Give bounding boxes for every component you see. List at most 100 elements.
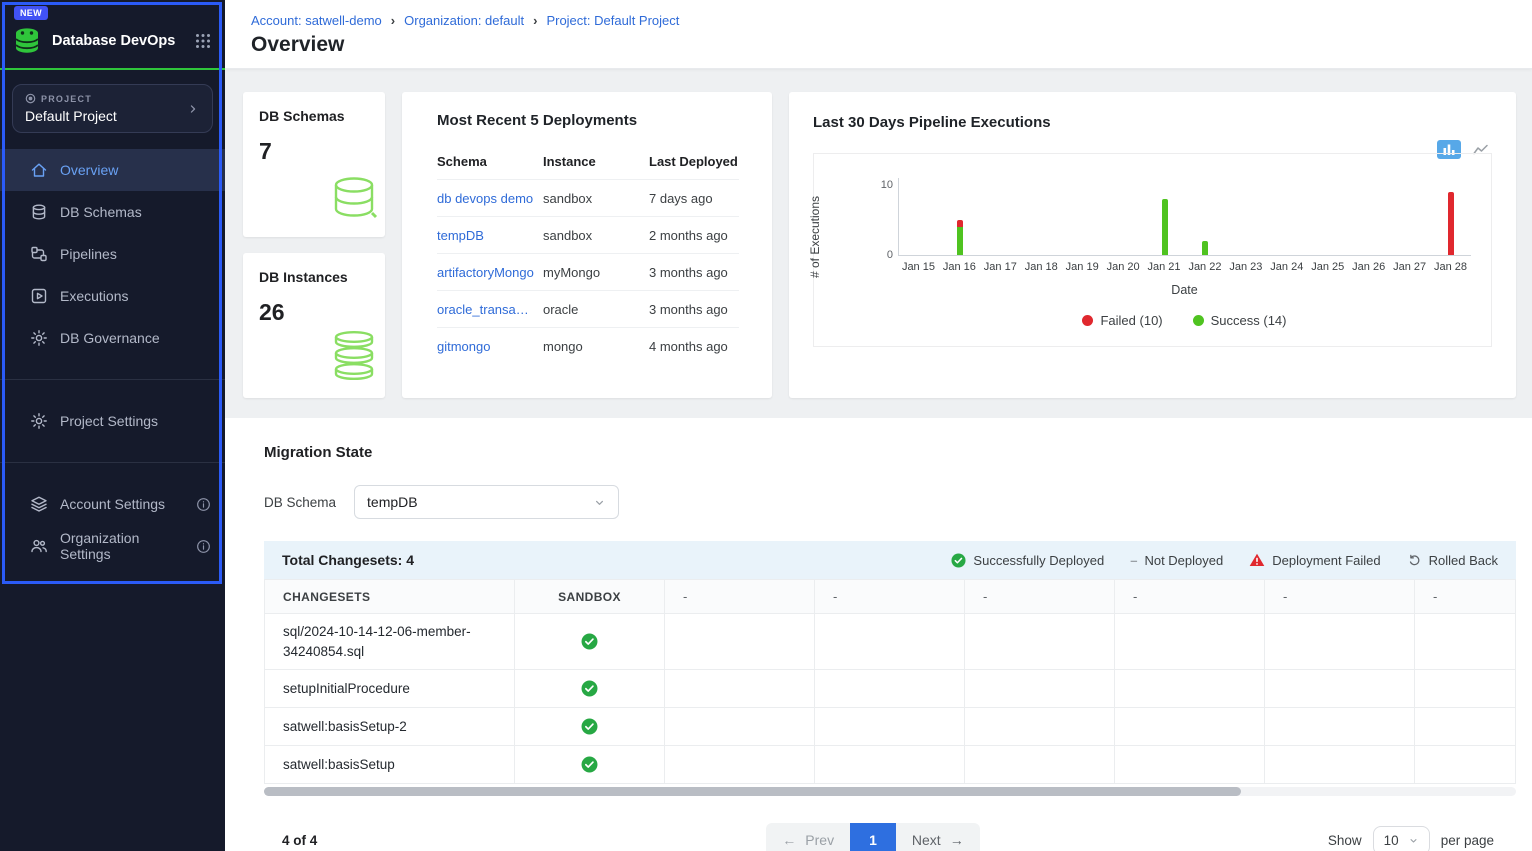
breadcrumb-organization-link[interactable]: Organization: default	[404, 13, 524, 28]
empty-cell	[1115, 745, 1265, 783]
deployments-card-title: Most Recent 5 Deployments	[437, 112, 739, 129]
app-root: NEW Database DevOps	[0, 0, 1532, 851]
changeset-status-cell	[515, 707, 665, 745]
empty-cell	[665, 707, 815, 745]
chart-bar	[957, 220, 963, 255]
legend-successfully-deployed: Successfully Deployed	[951, 553, 1104, 568]
column-header-empty: -	[1415, 579, 1516, 613]
project-selector[interactable]: PROJECT Default Project	[12, 84, 213, 133]
breadcrumb-account-link[interactable]: Account: satwell-demo	[251, 13, 382, 28]
changesets-table: CHANGESETS SANDBOX - - - - - - sql/2024-…	[265, 579, 1516, 783]
chevron-right-icon	[186, 102, 200, 116]
x-axis-tick: Jan 26	[1352, 261, 1385, 273]
home-icon	[30, 161, 48, 179]
pipeline-icon	[30, 245, 48, 263]
db-schemas-count: 7	[259, 138, 369, 165]
empty-cell	[1115, 613, 1265, 669]
schema-link[interactable]: db devops demo	[437, 191, 543, 206]
column-header: Last Deployed	[649, 154, 739, 169]
schema-link[interactable]: oracle_transact...	[437, 302, 543, 317]
changeset-name: satwell:basisSetup-2	[265, 707, 515, 745]
pipeline-executions-card: Last 30 Days Pipeline Executions # of Ex…	[789, 92, 1516, 398]
schema-link[interactable]: gitmongo	[437, 339, 543, 354]
table-row: tempDB sandbox 2 months ago	[437, 217, 739, 254]
empty-cell	[1415, 707, 1516, 745]
legend-not-deployed: – Not Deployed	[1130, 553, 1223, 568]
x-axis-tick: Jan 18	[1025, 261, 1058, 273]
y-axis-tick: 10	[867, 179, 893, 191]
sidebar-header: NEW Database DevOps	[0, 0, 225, 70]
legend-label: Rolled Back	[1429, 553, 1498, 568]
apps-grid-icon[interactable]	[195, 33, 213, 49]
chart-bar	[1448, 192, 1454, 255]
empty-cell	[665, 745, 815, 783]
breadcrumb-separator: ›	[391, 13, 395, 28]
status-legend: Successfully Deployed – Not Deployed Dep…	[951, 553, 1498, 568]
legend-rolled-back: Rolled Back	[1407, 553, 1498, 568]
x-axis-tick: Jan 21	[1148, 261, 1181, 273]
sidebar-item-pipelines[interactable]: Pipelines	[0, 233, 225, 275]
db-schema-select[interactable]: tempDB	[354, 485, 619, 519]
sidebar-item-overview[interactable]: Overview	[0, 149, 225, 191]
deployments-header-row: Schema Instance Last Deployed	[437, 143, 739, 180]
per-page-select[interactable]: 10	[1373, 826, 1430, 851]
database-icon	[30, 203, 48, 221]
breadcrumb-project-link[interactable]: Project: Default Project	[546, 13, 679, 28]
changeset-status-cell	[515, 745, 665, 783]
empty-cell	[815, 745, 965, 783]
prev-page-button[interactable]: ← Prev	[766, 823, 850, 851]
sidebar-nav: Overview DB Schemas Pipelines Executions	[0, 149, 225, 359]
migration-state-section: Migration State DB Schema tempDB Total C…	[225, 418, 1532, 851]
column-header-changesets: CHANGESETS	[265, 579, 515, 613]
db-schema-label: DB Schema	[264, 495, 336, 510]
info-icon[interactable]	[196, 539, 211, 554]
chart-legend: Failed (10) Success (14)	[898, 313, 1471, 328]
last-deployed-cell: 7 days ago	[649, 191, 739, 206]
column-header: Schema	[437, 154, 543, 169]
legend-label: Success (14)	[1211, 313, 1287, 328]
x-axis-tick: Jan 22	[1188, 261, 1221, 273]
page-number-button[interactable]: 1	[850, 823, 896, 851]
people-icon	[30, 537, 48, 555]
app-logo-icon	[12, 26, 42, 56]
project-name: Default Project	[25, 108, 117, 124]
last-deployed-cell: 2 months ago	[649, 228, 739, 243]
info-icon[interactable]	[196, 497, 211, 512]
sidebar-item-db-governance[interactable]: DB Governance	[0, 317, 225, 359]
sidebar-item-label: Pipelines	[60, 246, 117, 262]
column-header-empty: -	[815, 579, 965, 613]
new-badge: NEW	[14, 6, 48, 20]
sidebar-item-executions[interactable]: Executions	[0, 275, 225, 317]
sidebar-item-organization-settings[interactable]: Organization Settings	[0, 525, 225, 567]
migration-state-title: Migration State	[264, 444, 1516, 461]
sidebar-item-db-schemas[interactable]: DB Schemas	[0, 191, 225, 233]
empty-cell	[965, 669, 1115, 707]
sidebar-item-project-settings[interactable]: Project Settings	[0, 400, 225, 442]
empty-cell	[815, 707, 965, 745]
schema-link[interactable]: artifactoryMongo	[437, 265, 543, 280]
instance-cell: sandbox	[543, 191, 649, 206]
legend-label: Failed (10)	[1100, 313, 1162, 328]
legend-item-success: Success (14)	[1193, 313, 1287, 328]
pagination-count: 4 of 4	[282, 833, 482, 848]
instance-cell: oracle	[543, 302, 649, 317]
last-deployed-cell: 3 months ago	[649, 302, 739, 317]
scrollbar-thumb[interactable]	[264, 787, 1241, 796]
layers-icon	[30, 495, 48, 513]
table-row: artifactoryMongo myMongo 3 months ago	[437, 254, 739, 291]
sidebar-item-account-settings[interactable]: Account Settings	[0, 483, 225, 525]
db-schema-selected-value: tempDB	[367, 494, 418, 510]
total-changesets-bar: Total Changesets: 4 Successfully Deploye…	[264, 541, 1516, 579]
horizontal-scrollbar[interactable]	[264, 787, 1516, 796]
column-header-empty: -	[665, 579, 815, 613]
legend-item-failed: Failed (10)	[1082, 313, 1162, 328]
empty-cell	[1265, 745, 1415, 783]
schema-link[interactable]: tempDB	[437, 228, 543, 243]
next-page-button[interactable]: Next →	[896, 823, 980, 851]
breadcrumb-separator: ›	[533, 13, 537, 28]
breadcrumb: Account: satwell-demo › Organization: de…	[251, 13, 1506, 28]
x-axis-tick: Jan 19	[1066, 261, 1099, 273]
sidebar-item-label: Overview	[60, 162, 118, 178]
last-deployed-cell: 3 months ago	[649, 265, 739, 280]
column-header-empty: -	[1115, 579, 1265, 613]
